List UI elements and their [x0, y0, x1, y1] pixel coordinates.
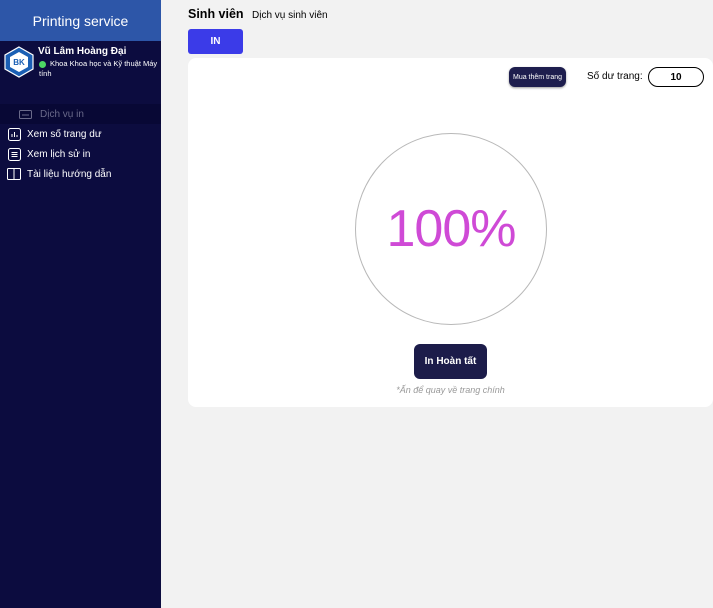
user-faculty: Khoa Khoa học và Kỹ thuật Máy tính — [39, 59, 158, 78]
print-status-card: Mua thêm trang Số dư trang: 10 100% In H… — [188, 58, 713, 407]
user-name: Vũ Lâm Hoàng Đại — [38, 46, 127, 57]
return-hint: *Ấn để quay về trang chính — [396, 385, 505, 395]
user-profile: BK Vũ Lâm Hoàng Đại Khoa Khoa học và Kỹ … — [0, 41, 161, 101]
buy-pages-button[interactable]: Mua thêm trang — [509, 67, 566, 87]
sidebar: Printing service BK Vũ Lâm Hoàng Đại Kho… — [0, 0, 161, 608]
progress-percent: 100% — [386, 200, 517, 258]
sidebar-item-label: Xem số trang dư — [27, 128, 102, 140]
sidebar-item-page-balance[interactable]: Xem số trang dư — [0, 124, 161, 144]
print-complete-button[interactable]: In Hoàn tất — [414, 344, 487, 379]
app-title: Printing service — [0, 0, 161, 41]
sidebar-item-print-history[interactable]: Xem lịch sử in — [0, 144, 161, 164]
university-logo: BK — [4, 46, 34, 78]
page-balance-label: Số dư trang: — [587, 71, 643, 82]
tab-in[interactable]: IN — [188, 29, 243, 54]
sidebar-nav: Dịch vụ in Xem số trang dư Xem lịch sử i… — [0, 104, 161, 184]
progress-circle: 100% — [355, 133, 547, 325]
printer-icon — [18, 107, 32, 121]
breadcrumb: Dịch vụ sinh viên — [252, 10, 328, 21]
sidebar-item-label: Dịch vụ in — [40, 108, 84, 120]
page-balance-value: 10 — [648, 67, 704, 87]
book-icon — [7, 167, 21, 181]
sidebar-item-label: Tài liệu hướng dẫn — [27, 168, 112, 180]
sidebar-item-print-service[interactable]: Dịch vụ in — [0, 104, 161, 124]
sidebar-item-label: Xem lịch sử in — [27, 148, 91, 160]
sidebar-item-guide[interactable]: Tài liệu hướng dẫn — [0, 164, 161, 184]
page-title: Sinh viên — [188, 7, 244, 21]
document-list-icon — [7, 147, 21, 161]
bar-chart-icon — [7, 127, 21, 141]
svg-text:BK: BK — [13, 58, 25, 67]
